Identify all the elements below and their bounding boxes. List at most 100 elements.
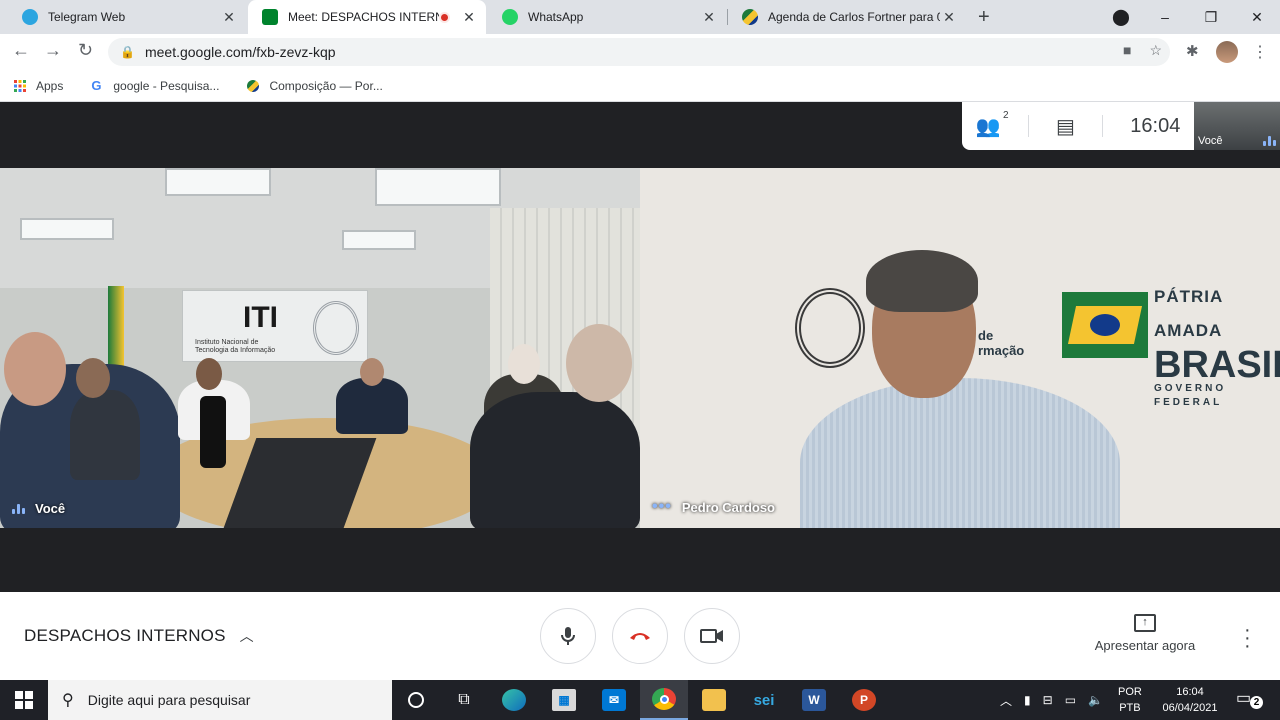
more-dots-icon: ••• [652,498,672,515]
chevron-up-icon: ︿ [239,628,254,644]
bookmark-label: google - Pesquisa... [113,78,220,93]
sei-button[interactable]: sei [740,680,788,720]
address-bar[interactable]: 🔒 meet.google.com/fxb-zevz-kqp ■ ☆ [108,38,1170,66]
tab-search-icon[interactable]: ⬤ [1098,0,1144,34]
store-button[interactable]: ▦ [540,680,588,720]
camera-button[interactable] [684,608,740,664]
self-view-thumbnail[interactable]: Você [1194,102,1280,150]
apps-grid-icon [14,79,26,92]
back-icon[interactable]: ← [12,40,30,61]
language-indicator[interactable]: POR PTB [1118,684,1142,716]
participant-hair [866,250,978,312]
hang-up-button[interactable] [612,608,668,664]
restore-button[interactable]: ❐ [1188,0,1234,34]
video-tile-participant[interactable]: de rmação PÁTRIA AMADA BRASIL GOVERNO FE… [640,168,1280,528]
logo-subtitle: Instituto Nacional de Tecnologia da Info… [195,339,276,354]
volume-icon[interactable]: 🔈 [1088,693,1103,707]
cortana-button[interactable] [392,680,440,720]
banner-line3: GOVERNO FEDERAL [1154,383,1227,408]
taskbar-search[interactable]: ⚲ Digite aqui para pesquisar [48,680,392,720]
edge-button[interactable] [490,680,538,720]
tab-title: Meet: DESPACHOS INTERNO [288,10,439,24]
more-options-icon[interactable]: · · · [1244,620,1251,656]
taskbar-clock[interactable]: 16:04 06/04/2021 [1150,684,1230,716]
govbr-icon [742,9,758,25]
explorer-button[interactable] [690,680,738,720]
system-tray: ︿ ▮ ⊟ ▭ 🔈 [1000,680,1103,720]
notifications-button[interactable]: ▭ 2 [1236,688,1263,709]
meeting-details-toggle[interactable]: DESPACHOS INTERNOS ︿ [24,626,254,646]
person-head [76,358,110,398]
tile-name-label: Você [12,501,65,516]
start-button[interactable] [0,680,48,720]
tab-title: Agenda de Carlos Fortner para 0 [768,10,940,24]
bookmarks-bar: Apps G google - Pesquisa... Composição —… [0,70,1280,102]
recording-icon [439,11,450,23]
banner-text: PÁTRIA AMADA BRASIL GOVERNO FEDERAL [1154,280,1280,410]
bookmark-star-icon[interactable]: ☆ [1149,42,1162,59]
task-view-button[interactable]: ⧉ [440,680,488,720]
bookmark-apps[interactable]: Apps [14,79,63,93]
close-tab-icon[interactable]: ✕ [700,9,718,26]
person-head [196,358,222,390]
participants-count: 2 [1002,109,1009,121]
chrome-button[interactable] [640,680,688,720]
explorer-icon [702,689,726,711]
show-hidden-icons-icon[interactable]: ︿ [1000,692,1012,709]
camera-indicator-icon[interactable]: ■ [1123,42,1131,59]
edge-icon [502,689,526,711]
mail-button[interactable]: ✉ [590,680,638,720]
menu-icon[interactable]: ⋮ [1252,42,1268,62]
participants-button[interactable]: 👥 2 [976,110,1009,139]
powerpoint-button[interactable]: P [840,680,888,720]
cortana-icon [408,692,424,708]
person [470,392,640,528]
minimize-button[interactable]: – [1142,0,1188,34]
close-window-button[interactable]: ✕ [1234,0,1280,34]
word-button[interactable]: W [790,680,838,720]
tab-telegram[interactable]: Telegram Web ✕ [8,0,246,34]
tab-title: Telegram Web [48,10,126,24]
present-now-button[interactable]: ↑ Apresentar agora [1088,614,1202,653]
bookmark-label: Composição — Por... [269,78,383,93]
microphone-button[interactable] [540,608,596,664]
tab-whatsapp[interactable]: WhatsApp ✕ [488,0,726,34]
hang-up-icon [630,633,650,640]
participant-background: de rmação PÁTRIA AMADA BRASIL GOVERNO FE… [640,168,1280,528]
divider [1027,115,1029,137]
reload-icon[interactable]: ↻ [78,40,93,61]
bookmark-label: Apps [36,78,64,93]
clock-time: 16:04 [1176,686,1204,698]
new-tab-button[interactable]: + [978,6,990,29]
bookmark-composicao[interactable]: Composição — Por... [247,78,383,93]
tab-title: WhatsApp [528,10,584,24]
meet-icon [262,9,278,25]
search-placeholder: Digite aqui para pesquisar [87,692,251,708]
language-code: POR [1118,686,1142,698]
tile-name-label: ••• Pedro Cardoso [652,498,775,516]
close-tab-icon[interactable]: ✕ [940,9,958,26]
sei-icon: sei [753,691,775,709]
display-icon[interactable]: ▭ [1065,693,1076,707]
profile-avatar[interactable] [1216,41,1238,63]
network-icon[interactable]: ⊟ [1043,693,1053,707]
extensions-icon[interactable]: ✱ [1186,42,1199,60]
fingerprint-icon [313,301,359,355]
whatsapp-icon [502,9,518,25]
thermos [200,396,226,468]
lock-icon[interactable]: 🔒 [120,45,135,59]
present-screen-icon: ↑ [1134,614,1156,632]
powerpoint-icon: P [852,689,876,711]
tab-meet[interactable]: Meet: DESPACHOS INTERNO ✕ [248,0,486,34]
close-tab-icon[interactable]: ✕ [220,9,238,26]
meeting-controls-bar: DESPACHOS INTERNOS ︿ ↑ Apresentar agora … [0,592,1280,680]
video-tile-self[interactable]: ITI Instituto Nacional de Tecnologia da … [0,168,640,528]
close-tab-icon[interactable]: ✕ [460,9,478,26]
windows-logo-icon [15,691,33,709]
forward-icon[interactable]: → [44,40,62,61]
usb-icon[interactable]: ▮ [1024,693,1031,707]
meeting-info-panel: 👥 2 ▤ 16:04 [962,102,1194,150]
bookmark-google[interactable]: G google - Pesquisa... [91,79,219,93]
tab-agenda[interactable]: Agenda de Carlos Fortner para 0 ✕ [728,0,966,34]
chat-button[interactable]: ▤ [1056,114,1075,139]
